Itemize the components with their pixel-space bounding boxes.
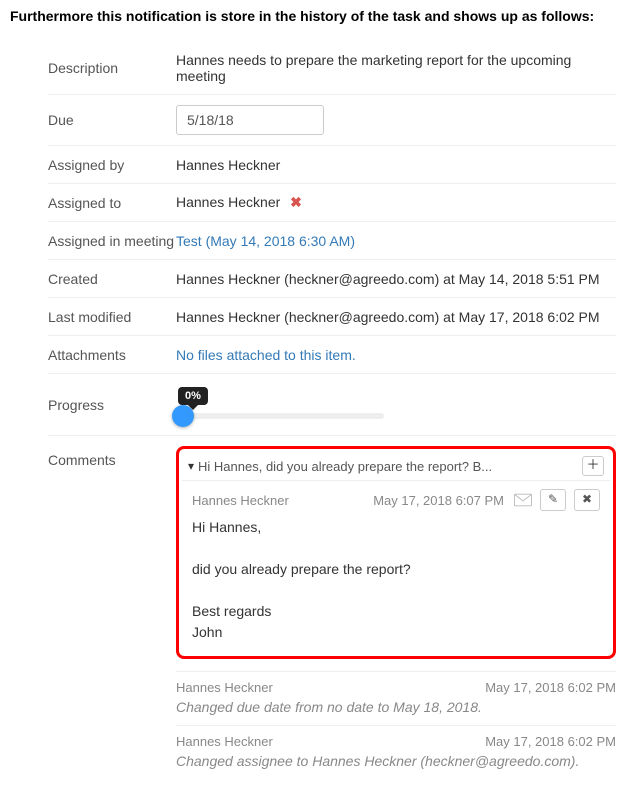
row-last-modified: Last modified Hannes Heckner (heckner@ag… — [48, 298, 616, 336]
comment-summary: Hi Hannes, did you already prepare the r… — [198, 459, 576, 474]
label-assigned-by: Assigned by — [48, 157, 176, 173]
label-progress: Progress — [48, 397, 176, 413]
row-assigned-in-meeting: Assigned in meeting Test (May 14, 2018 6… — [48, 222, 616, 260]
highlighted-comment-box: ▾ Hi Hannes, did you already prepare the… — [176, 446, 616, 659]
comment-body: Hi Hannes, did you already prepare the r… — [192, 511, 600, 643]
history-time: May 17, 2018 6:02 PM — [485, 680, 616, 695]
value-description: Hannes needs to prepare the marketing re… — [176, 52, 616, 84]
comment-time: May 17, 2018 6:07 PM — [373, 493, 504, 508]
history-text: Changed assignee to Hannes Heckner (heck… — [176, 749, 616, 769]
history-author: Hannes Heckner — [176, 734, 273, 749]
delete-comment-button[interactable]: ✖ — [574, 489, 600, 511]
chevron-down-icon[interactable]: ▾ — [188, 459, 194, 473]
label-due: Due — [48, 112, 176, 128]
label-comments: Comments — [48, 446, 176, 779]
history-text: Changed due date from no date to May 18,… — [176, 695, 616, 715]
row-due: Due — [48, 95, 616, 146]
row-assigned-by: Assigned by Hannes Heckner — [48, 146, 616, 184]
comment-author: Hannes Heckner — [192, 493, 289, 508]
progress-slider-thumb[interactable] — [172, 405, 194, 427]
add-comment-button[interactable]: ＋ — [582, 456, 604, 476]
label-assigned-to: Assigned to — [48, 195, 176, 211]
intro-text: Furthermore this notification is store i… — [10, 8, 616, 24]
edit-comment-button[interactable]: ✎ — [540, 489, 566, 511]
label-assigned-meeting: Assigned in meeting — [48, 233, 176, 249]
label-last-modified: Last modified — [48, 309, 176, 325]
meeting-link[interactable]: Test (May 14, 2018 6:30 AM) — [176, 233, 616, 249]
row-assigned-to: Assigned to Hannes Heckner ✖ — [48, 184, 616, 222]
row-progress: Progress 0% — [48, 374, 616, 436]
value-last-modified: Hannes Heckner (heckner@agreedo.com) at … — [176, 309, 616, 325]
history-time: May 17, 2018 6:02 PM — [485, 734, 616, 749]
row-description: Description Hannes needs to prepare the … — [48, 42, 616, 95]
row-comments: Comments ▾ Hi Hannes, did you already pr… — [48, 436, 616, 779]
attachments-link[interactable]: No files attached to this item. — [176, 347, 616, 363]
row-attachments: Attachments No files attached to this it… — [48, 336, 616, 374]
row-created: Created Hannes Heckner (heckner@agreedo.… — [48, 260, 616, 298]
mail-icon — [514, 493, 532, 507]
label-created: Created — [48, 271, 176, 287]
label-attachments: Attachments — [48, 347, 176, 363]
value-created: Hannes Heckner (heckner@agreedo.com) at … — [176, 271, 616, 287]
due-date-input[interactable] — [176, 105, 324, 135]
progress-badge: 0% — [178, 387, 208, 405]
value-assigned-to: Hannes Heckner — [176, 194, 280, 210]
history-author: Hannes Heckner — [176, 680, 273, 695]
label-description: Description — [48, 60, 176, 76]
history-item: Hannes Heckner May 17, 2018 6:02 PM Chan… — [176, 671, 616, 725]
progress-slider[interactable] — [174, 413, 384, 419]
remove-assignee-icon[interactable]: ✖ — [290, 194, 302, 211]
history-item: Hannes Heckner May 17, 2018 6:02 PM Chan… — [176, 725, 616, 779]
value-assigned-by: Hannes Heckner — [176, 157, 616, 173]
